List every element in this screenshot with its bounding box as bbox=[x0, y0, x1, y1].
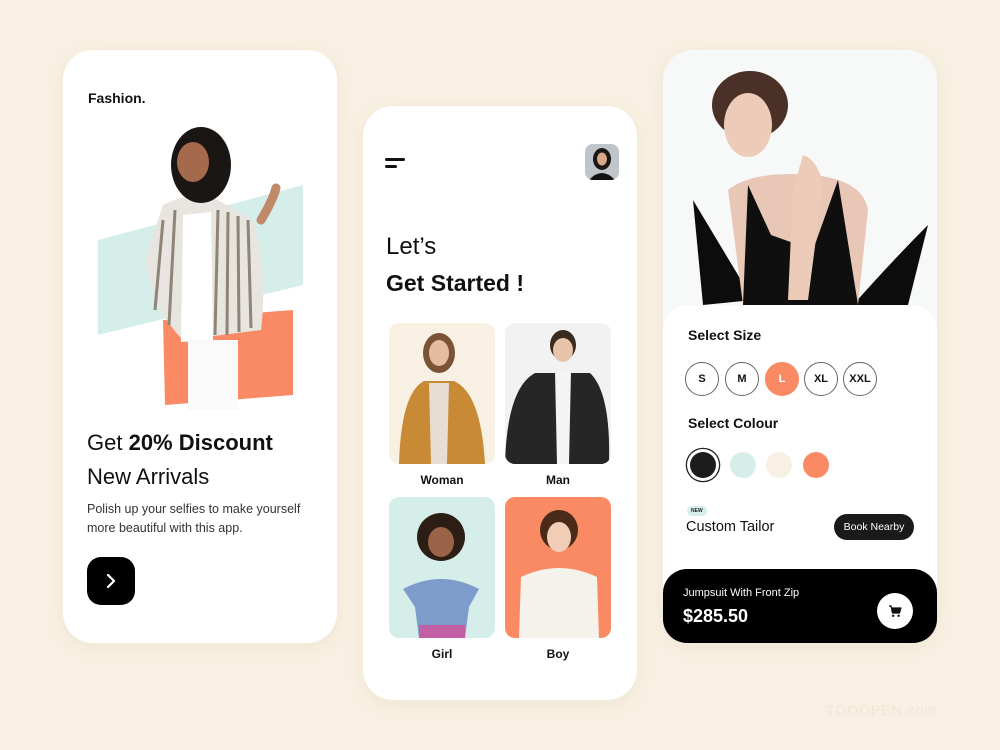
page-title: Get Started ! bbox=[386, 270, 525, 296]
category-label-girl: Girl bbox=[431, 647, 453, 661]
watermark: TOOOPEN.com bbox=[826, 702, 938, 718]
chevron-right-icon bbox=[106, 574, 116, 588]
book-nearby-button[interactable]: Book Nearby bbox=[834, 514, 914, 540]
category-card-girl[interactable] bbox=[389, 497, 495, 638]
brand-logo: Fashion. bbox=[88, 90, 146, 106]
purchase-bar: Jumpsuit With Front Zip $285.50 bbox=[663, 569, 937, 643]
cart-icon bbox=[889, 605, 902, 617]
category-card-man[interactable] bbox=[505, 323, 611, 464]
colour-swatch-black[interactable] bbox=[690, 452, 716, 478]
menu-icon[interactable] bbox=[385, 158, 407, 170]
select-size-label: Select Size bbox=[688, 327, 762, 343]
onboarding-screen: Fashion. Get 20% Discount New Arrivals P… bbox=[63, 50, 337, 643]
category-screen: Let’s Get Started ! Woman Man Girl Boy bbox=[363, 106, 637, 700]
category-label-man: Man bbox=[546, 473, 570, 487]
man-image bbox=[505, 330, 610, 464]
size-option-l[interactable]: L bbox=[765, 362, 799, 396]
size-option-s[interactable]: S bbox=[685, 362, 719, 396]
product-detail-screen: Select Size S M L XL XXL Select Colour N… bbox=[663, 50, 937, 643]
hero-model-image bbox=[98, 127, 303, 410]
next-button[interactable] bbox=[87, 557, 135, 605]
colour-swatch-coral[interactable] bbox=[803, 452, 829, 478]
girl-image bbox=[403, 513, 479, 638]
woman-image bbox=[399, 333, 485, 464]
headline-prefix: Get bbox=[87, 430, 129, 455]
size-option-m[interactable]: M bbox=[725, 362, 759, 396]
boy-image bbox=[519, 510, 599, 638]
colour-swatch-mint[interactable] bbox=[730, 452, 756, 478]
colour-swatch-cream[interactable] bbox=[766, 452, 792, 478]
product-model-image bbox=[663, 50, 937, 310]
discount-headline: Get 20% Discount New Arrivals bbox=[87, 426, 273, 494]
category-label-woman: Woman bbox=[420, 473, 464, 487]
product-price: $285.50 bbox=[683, 606, 749, 626]
custom-tailor-label: Custom Tailor bbox=[686, 519, 775, 535]
headline-discount: 20% Discount bbox=[128, 430, 273, 455]
product-name: Jumpsuit With Front Zip bbox=[683, 587, 800, 599]
new-badge: NEW bbox=[687, 506, 707, 516]
category-card-boy[interactable] bbox=[505, 497, 611, 638]
select-colour-label: Select Colour bbox=[688, 415, 779, 431]
category-label-boy: Boy bbox=[546, 647, 570, 661]
category-card-woman[interactable] bbox=[389, 323, 495, 464]
greeting-text: Let’s bbox=[386, 233, 437, 260]
size-option-xxl[interactable]: XXL bbox=[843, 362, 877, 396]
headline-new-arrivals: New Arrivals bbox=[87, 464, 210, 489]
user-avatar[interactable] bbox=[585, 144, 619, 180]
add-to-cart-button[interactable] bbox=[877, 593, 913, 629]
description-text: Polish up your selfies to make yourself … bbox=[87, 502, 301, 535]
size-option-xl[interactable]: XL bbox=[804, 362, 838, 396]
